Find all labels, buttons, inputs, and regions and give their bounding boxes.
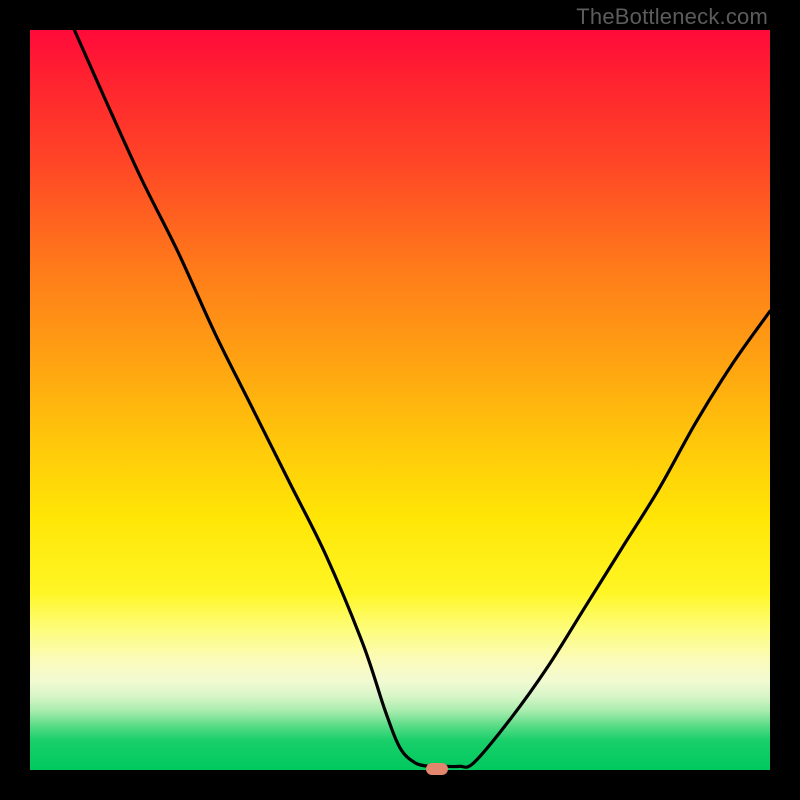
curve-path [74, 30, 770, 767]
chart-frame: TheBottleneck.com [0, 0, 800, 800]
plot-area [30, 30, 770, 770]
min-point-marker [426, 763, 448, 775]
watermark-text: TheBottleneck.com [576, 4, 768, 30]
bottleneck-curve [30, 30, 770, 770]
